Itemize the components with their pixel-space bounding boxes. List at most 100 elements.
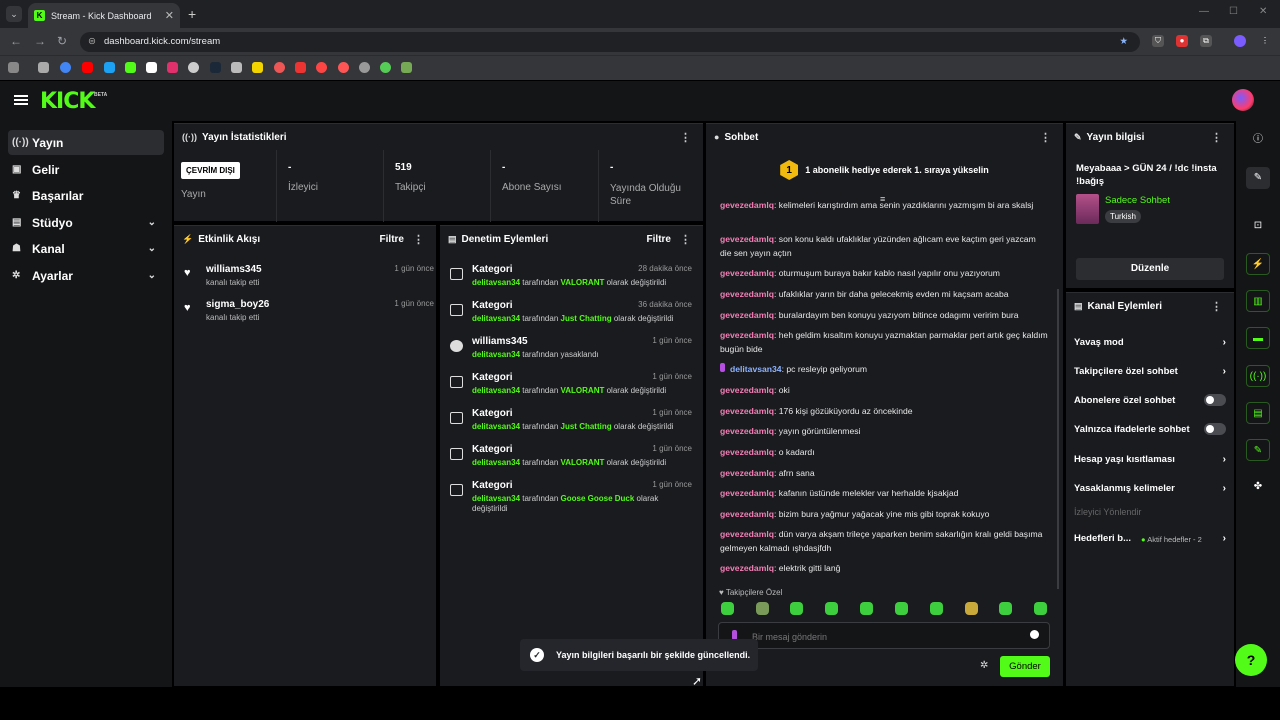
- bookmark-yellow-icon[interactable]: [252, 62, 263, 73]
- bookmark-gear-icon[interactable]: [359, 62, 370, 73]
- channel-action-row[interactable]: Yasaklanmış kelimeler ›: [1074, 483, 1226, 494]
- bookmark-white-icon[interactable]: [146, 62, 157, 73]
- bookmark-pink-icon[interactable]: [316, 62, 327, 73]
- bookmark-youtube-icon[interactable]: [82, 62, 93, 73]
- chat-username[interactable]: gevezedamlq: [720, 529, 774, 539]
- bookmark-red-icon[interactable]: [295, 62, 306, 73]
- mod-user[interactable]: delitavsan34: [472, 314, 520, 323]
- maximize-icon[interactable]: ☐: [1229, 6, 1238, 17]
- help-support-icon[interactable]: ?: [1235, 644, 1267, 676]
- emote-icon[interactable]: [790, 602, 803, 615]
- bookmark-steam-icon[interactable]: [210, 62, 221, 73]
- chat-username[interactable]: gevezedamlq: [720, 234, 774, 244]
- bookmark-apple-icon[interactable]: [38, 62, 49, 73]
- user-avatar[interactable]: [1232, 89, 1254, 111]
- mod-user[interactable]: delitavsan34: [472, 350, 520, 359]
- kick-logo[interactable]: KICK: [40, 89, 95, 114]
- bookmark-blue-icon[interactable]: [104, 62, 115, 73]
- close-window-icon[interactable]: ✕: [1259, 6, 1267, 17]
- more-options-icon[interactable]: ⋮: [413, 233, 424, 246]
- mod-user[interactable]: delitavsan34: [472, 494, 520, 503]
- gift-banner[interactable]: 1 1 abonelik hediye ederek 1. sıraya yük…: [706, 150, 1063, 190]
- menu-icon[interactable]: [14, 95, 28, 105]
- more-options-icon[interactable]: ⋮: [1040, 131, 1051, 144]
- sidebar-item-basarilar[interactable]: ♛ Başarılar: [8, 183, 164, 208]
- profile-icon[interactable]: [1234, 35, 1246, 47]
- chat-username[interactable]: gevezedamlq: [720, 268, 774, 278]
- tab-close-icon[interactable]: ✕: [165, 9, 174, 22]
- url-input[interactable]: ⊜ dashboard.kick.com/stream ★: [80, 32, 1140, 52]
- category-thumbnail[interactable]: [1076, 194, 1099, 224]
- filter-button[interactable]: Filtre: [380, 234, 404, 245]
- sidebar-item-gelir[interactable]: ▣ Gelir: [8, 157, 164, 182]
- new-tab-icon[interactable]: +: [188, 6, 196, 22]
- send-button[interactable]: Gönder: [1000, 656, 1050, 677]
- stack-icon[interactable]: ▤: [1246, 402, 1270, 424]
- add-widget-icon[interactable]: ✤: [1246, 476, 1270, 498]
- back-icon[interactable]: ←: [10, 34, 22, 48]
- channel-action-row[interactable]: Yavaş mod ›: [1074, 337, 1226, 348]
- chat-username[interactable]: gevezedamlq: [720, 310, 774, 320]
- lightning-icon[interactable]: ⚡: [1246, 253, 1270, 275]
- emote-icon[interactable]: [965, 602, 978, 615]
- wrench-icon[interactable]: ✎: [1246, 439, 1270, 461]
- sidebar-item-ayarlar[interactable]: ✲ Ayarlar ⌄: [8, 263, 164, 288]
- bookmark-grey-icon[interactable]: [231, 62, 242, 73]
- channel-action-row[interactable]: Takipçilere özel sohbet ›: [1074, 366, 1226, 377]
- minimize-icon[interactable]: —: [1199, 6, 1209, 17]
- crop-icon[interactable]: ⊡: [1246, 215, 1270, 237]
- mod-user[interactable]: delitavsan34: [472, 386, 520, 395]
- channel-action-row[interactable]: Hesap yaşı kısıtlaması ›: [1074, 454, 1226, 465]
- broadcast-icon[interactable]: ((·)): [1246, 365, 1270, 387]
- chat-scrollbar[interactable]: [1057, 289, 1059, 589]
- sidebar-item-yayin[interactable]: ((·)) Yayın: [8, 130, 164, 155]
- bookmark-google-icon[interactable]: [60, 62, 71, 73]
- info-icon[interactable]: ⓘ: [1246, 129, 1270, 151]
- chat-username[interactable]: gevezedamlq: [720, 447, 774, 457]
- mod-user[interactable]: delitavsan34: [472, 278, 520, 287]
- more-options-icon[interactable]: ⋮: [680, 233, 691, 246]
- emote-icon[interactable]: [825, 602, 838, 615]
- filter-button[interactable]: Filtre: [647, 234, 671, 245]
- chat-settings-icon[interactable]: ✲: [980, 660, 988, 671]
- chat-username[interactable]: gevezedamlq: [720, 406, 774, 416]
- extension-red-icon[interactable]: ●: [1176, 35, 1188, 47]
- emote-icon[interactable]: [1034, 602, 1047, 615]
- category-name[interactable]: Sadece Sohbet: [1105, 195, 1170, 206]
- sidebar-item-studyo[interactable]: ▤ Stüdyo ⌄: [8, 210, 164, 235]
- edit-button[interactable]: Düzenle: [1076, 258, 1224, 280]
- mod-user[interactable]: delitavsan34: [472, 422, 520, 431]
- reload-icon[interactable]: ↻: [57, 34, 67, 48]
- chat-username[interactable]: gevezedamlq: [720, 330, 774, 340]
- clipboard-icon[interactable]: ▥: [1246, 290, 1270, 312]
- emote-icon[interactable]: [721, 602, 734, 615]
- bookmark-circle-icon[interactable]: [188, 62, 199, 73]
- more-options-icon[interactable]: ⋮: [1211, 131, 1222, 144]
- more-options-icon[interactable]: ⋮: [1211, 300, 1222, 313]
- bookmark-rose-icon[interactable]: [338, 62, 349, 73]
- bookmark-kick-icon[interactable]: [125, 62, 136, 73]
- bookmark-green-icon[interactable]: [380, 62, 391, 73]
- chat-username[interactable]: gevezedamlq: [720, 509, 774, 519]
- chat-bubble-icon[interactable]: ▬: [1246, 327, 1270, 349]
- mod-user[interactable]: delitavsan34: [472, 458, 520, 467]
- toggle-switch[interactable]: [1204, 423, 1226, 435]
- bookmark-star-icon[interactable]: ★: [1119, 32, 1128, 52]
- emote-icon[interactable]: [860, 602, 873, 615]
- toggle-switch[interactable]: [1204, 394, 1226, 406]
- site-info-icon[interactable]: ⊜: [88, 32, 96, 52]
- emote-icon[interactable]: [756, 602, 769, 615]
- emote-icon[interactable]: [895, 602, 908, 615]
- channel-action-row[interactable]: Yalnızca ifadelerle sohbet: [1074, 423, 1226, 435]
- chat-username[interactable]: gevezedamlq: [720, 385, 774, 395]
- pencil-icon[interactable]: ✎: [1246, 167, 1270, 189]
- chat-username[interactable]: gevezedamlq: [720, 200, 774, 210]
- emoji-icon[interactable]: [1030, 630, 1039, 639]
- bookmark-olive-icon[interactable]: [401, 62, 412, 73]
- chat-username[interactable]: gevezedamlq: [720, 426, 774, 436]
- chat-username[interactable]: delitavsan34: [730, 364, 782, 374]
- channel-action-row[interactable]: Abonelere özel sohbet: [1074, 394, 1226, 406]
- goals-row[interactable]: Hedefleri b... ● Aktif hedefler - 2 ›: [1074, 533, 1226, 544]
- sidebar-item-kanal[interactable]: ☗ Kanal ⌄: [8, 236, 164, 261]
- tab-search-icon[interactable]: ⌄: [6, 6, 22, 22]
